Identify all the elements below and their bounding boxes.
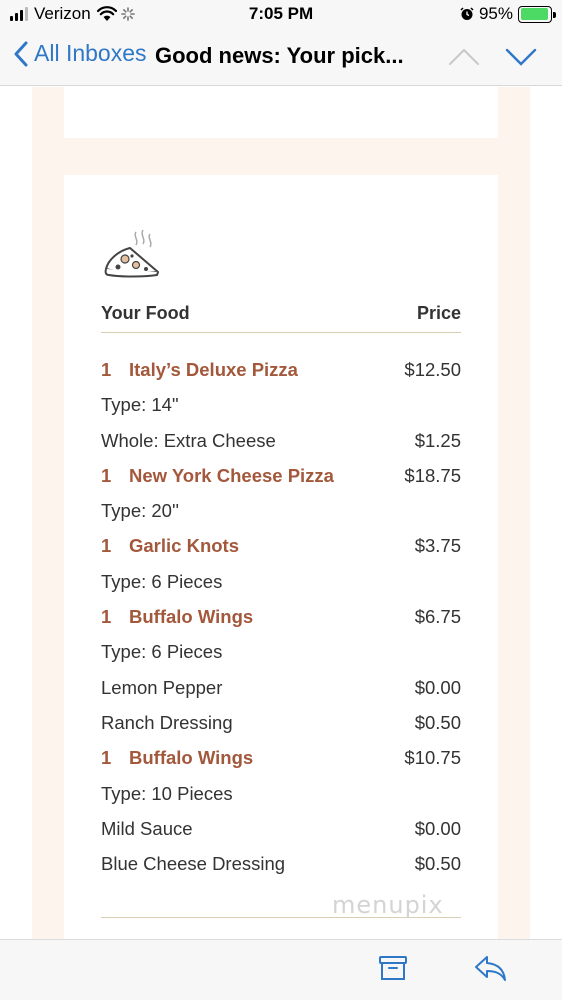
- item-quantity: 1: [101, 359, 112, 380]
- order-detail-row: Type: 10 Pieces: [101, 777, 461, 812]
- order-item-row: 1 Buffalo Wings $6.75: [101, 600, 461, 635]
- mail-toolbar: [0, 939, 562, 1000]
- item-quantity: 1: [101, 535, 112, 557]
- item-quantity: 1: [101, 464, 112, 486]
- alarm-icon: [460, 7, 474, 20]
- status-bar: Verizon 7:05 PM 95%: [0, 0, 562, 30]
- item-price: $1.25: [414, 429, 461, 451]
- item-title: Buffalo Wings: [129, 747, 254, 769]
- cellular-signal-icon: [10, 7, 28, 21]
- item-detail: Blue Cheese Dressing: [101, 853, 286, 875]
- item-detail: Type: 10 Pieces: [101, 782, 233, 804]
- order-detail-row: Type: 14": [101, 388, 461, 423]
- item-price: $3.75: [414, 535, 461, 557]
- order-card: Your Food Price 1 Italy’s Deluxe Pizza $12…: [64, 175, 498, 939]
- item-quantity: 1: [101, 606, 112, 628]
- order-detail-row: Lemon Pepper $0.00: [101, 671, 461, 706]
- order-detail-row: Type: 6 Pieces: [101, 565, 461, 600]
- email-subject: Good news: Your pick...: [155, 43, 404, 68]
- item-price: $18.75: [404, 464, 461, 486]
- wifi-icon: [96, 6, 117, 21]
- activity-spinner-icon: [120, 7, 135, 21]
- item-name: 1 Garlic Knots: [101, 535, 239, 557]
- order-items-list: 1 Italy’s Deluxe Pizza $12.50 Type: 14" Whol…: [101, 353, 461, 882]
- item-detail: Mild Sauce: [101, 817, 193, 839]
- price-column-header: Price: [416, 303, 461, 323]
- item-detail: Type: 6 Pieces: [101, 570, 223, 592]
- battery-percent: 95%: [478, 4, 513, 23]
- header-divider: [101, 332, 461, 333]
- item-price: $6.75: [414, 606, 461, 628]
- item-price: $10.75: [404, 747, 461, 769]
- battery-icon: [518, 5, 556, 23]
- order-detail-row: Type: 6 Pieces: [101, 635, 461, 670]
- chevron-left-icon: [14, 41, 28, 66]
- item-detail: Type: 14": [101, 394, 179, 416]
- item-title: Italy’s Deluxe Pizza: [129, 359, 298, 380]
- food-column-header: Your Food: [101, 303, 190, 323]
- item-title: Garlic Knots: [129, 535, 239, 557]
- next-message-button[interactable]: [505, 46, 537, 68]
- previous-card-bottom: [64, 87, 498, 138]
- item-quantity: 1: [101, 747, 112, 769]
- item-detail: Lemon Pepper: [101, 676, 223, 698]
- item-price: $0.50: [414, 711, 461, 733]
- item-name: 1 Italy’s Deluxe Pizza: [101, 359, 298, 381]
- order-detail-row: Blue Cheese Dressing $0.50: [101, 847, 461, 882]
- mail-nav-bar: All Inboxes Good news: Your pick...: [0, 30, 562, 86]
- back-to-inboxes-button[interactable]: All Inboxes: [14, 40, 147, 67]
- order-item-row: 1 Italy’s Deluxe Pizza $12.50: [101, 353, 461, 388]
- item-title: New York Cheese Pizza: [129, 464, 334, 486]
- item-name: 1 New York Cheese Pizza: [101, 465, 334, 487]
- item-detail: Whole: Extra Cheese: [101, 429, 276, 451]
- order-detail-row: Mild Sauce $0.00: [101, 812, 461, 847]
- pizza-slice-icon: [104, 229, 159, 278]
- status-right: 95%: [460, 4, 556, 24]
- order-detail-row: Type: 20'': [101, 494, 461, 529]
- item-price: $0.50: [414, 853, 461, 875]
- item-detail: Ranch Dressing: [101, 711, 233, 733]
- item-name: 1 Buffalo Wings: [101, 747, 253, 769]
- watermark: menupix: [332, 891, 444, 919]
- archive-icon[interactable]: [378, 953, 408, 983]
- order-detail-row: Ranch Dressing $0.50: [101, 706, 461, 741]
- order-detail-row: Whole: Extra Cheese $1.25: [101, 424, 461, 459]
- order-item-row: 1 Garlic Knots $3.75: [101, 529, 461, 564]
- order-item-row: 1 Buffalo Wings $10.75: [101, 741, 461, 776]
- item-name: 1 Buffalo Wings: [101, 606, 253, 628]
- item-price: $0.00: [414, 817, 461, 839]
- previous-message-button[interactable]: [448, 46, 480, 68]
- back-label: All Inboxes: [34, 40, 147, 66]
- item-detail: Type: 20'': [101, 500, 180, 522]
- order-item-row: 1 New York Cheese Pizza $18.75: [101, 459, 461, 494]
- carrier-name: Verizon: [34, 4, 91, 23]
- status-left: Verizon: [10, 4, 135, 24]
- item-price: $0.00: [414, 676, 461, 698]
- item-title: Buffalo Wings: [129, 606, 254, 628]
- item-price: $12.50: [404, 359, 461, 380]
- battery-level: [520, 8, 549, 20]
- item-detail: Type: 6 Pieces: [101, 641, 223, 663]
- email-body[interactable]: Your Food Price 1 Italy’s Deluxe Pizza $12…: [0, 87, 562, 939]
- reply-icon[interactable]: [473, 953, 507, 983]
